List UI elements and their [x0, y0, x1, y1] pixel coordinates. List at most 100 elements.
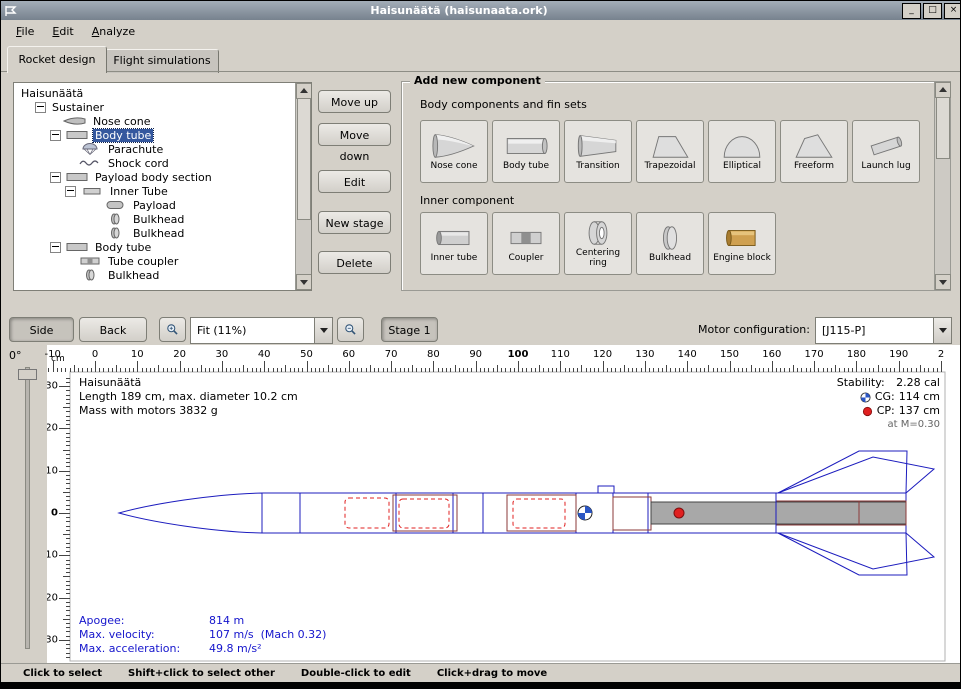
body-components-label: Body components and fin sets — [420, 98, 587, 111]
menu-edit[interactable]: Edit — [43, 22, 82, 41]
nose-cone-icon — [431, 131, 477, 161]
group-title: Add new component — [410, 74, 545, 87]
menu-analyze[interactable]: Analyze — [83, 22, 144, 41]
minimize-button[interactable]: _ — [902, 3, 921, 19]
maximize-button[interactable]: □ — [923, 3, 942, 19]
centering-ring-icon — [575, 218, 621, 248]
component-button-nose-cone[interactable]: Nose cone — [420, 120, 488, 183]
component-tree[interactable]: Haisunäätä Sustainer Nose cone Body tube… — [13, 82, 312, 291]
collapse-toggle-icon[interactable] — [50, 242, 61, 253]
window-bottom-edge — [0, 682, 961, 689]
tree-item-tube-coupler[interactable]: Tube coupler — [14, 254, 311, 268]
bulkhead-icon — [647, 223, 693, 253]
tree-item-bulkhead-1[interactable]: Bulkhead — [14, 212, 311, 226]
tree-item-parachute[interactable]: Parachute — [14, 142, 311, 156]
inner-tube-icon — [80, 185, 104, 197]
body-tube-icon — [65, 171, 89, 183]
launch-lug-icon — [863, 131, 909, 161]
dropdown-arrow-icon[interactable] — [933, 318, 951, 343]
tree-item-bulkhead-2[interactable]: Bulkhead — [14, 226, 311, 240]
max-acceleration-value: 49.8 m/s² — [209, 642, 262, 656]
zoom-in-icon — [166, 321, 179, 338]
rocket-view-canvas[interactable]: 0° cm -100102030405060708090100110120130… — [1, 345, 960, 663]
tree-item-payload-body-section[interactable]: Payload body section — [14, 170, 311, 184]
parachute-icon — [78, 143, 102, 155]
component-button-transition[interactable]: Transition — [564, 120, 632, 183]
hint-double-click: Double-click to edit — [301, 668, 411, 679]
back-view-button[interactable]: Back view — [79, 317, 147, 342]
component-button-centering-ring[interactable]: Centering ring — [564, 212, 632, 275]
tree-item-sustainer[interactable]: Sustainer — [14, 100, 311, 114]
edit-button[interactable]: Edit — [318, 170, 391, 193]
mach-note: at M=0.30 — [837, 418, 940, 432]
scrollbar-thumb[interactable] — [936, 97, 950, 159]
tab-flight-simulations[interactable]: Flight simulations — [105, 49, 219, 73]
tree-item-nose-cone[interactable]: Nose cone — [14, 114, 311, 128]
move-up-button[interactable]: Move up — [318, 90, 391, 113]
tree-item-payload[interactable]: Payload — [14, 198, 311, 212]
bulkhead-icon — [103, 227, 127, 239]
menu-file[interactable]: File — [7, 22, 43, 41]
scrollbar-thumb[interactable] — [297, 98, 311, 220]
tree-scrollbar[interactable] — [295, 83, 311, 290]
component-button-bulkhead[interactable]: Bulkhead — [636, 212, 704, 275]
zoom-out-icon — [344, 321, 357, 338]
cg-marker — [578, 506, 592, 520]
apogee-value: 814 m — [209, 614, 244, 628]
collapse-toggle-icon[interactable] — [65, 186, 76, 197]
apogee-label: Apogee: — [79, 614, 209, 628]
stage-1-toggle[interactable]: Stage 1 — [381, 317, 438, 342]
collapse-toggle-icon[interactable] — [35, 102, 46, 113]
cp-legend-icon — [862, 406, 873, 417]
hint-click-to-select: Click to select — [23, 668, 102, 679]
tree-item-body-tube[interactable]: Body tube — [14, 128, 311, 142]
motor-configuration-label: Motor configuration: — [655, 323, 810, 336]
close-button[interactable]: × — [944, 3, 961, 19]
add-component-group: Add new component Body components and fi… — [401, 81, 951, 291]
delete-button[interactable]: Delete — [318, 251, 391, 274]
flight-stats-block: Apogee:814 m Max. velocity:107 m/s (Mach… — [79, 614, 326, 656]
tree-item-rocket[interactable]: Haisunäätä — [14, 86, 311, 100]
component-panel-scrollbar[interactable] — [934, 82, 950, 290]
component-button-coupler[interactable]: Coupler — [492, 212, 560, 275]
zoom-in-button[interactable] — [159, 317, 186, 342]
motor-configuration-select[interactable]: [J115-P] — [815, 317, 952, 344]
zoom-out-button[interactable] — [337, 317, 364, 342]
inner-component-label: Inner component — [420, 194, 514, 207]
scroll-down-icon[interactable] — [296, 274, 312, 290]
shock-cord-icon — [78, 157, 102, 169]
tree-item-bulkhead-3[interactable]: Bulkhead — [14, 268, 311, 282]
zoom-level-value: Fit (11%) — [191, 324, 314, 337]
component-button-trapezoidal[interactable]: Trapezoidal — [636, 120, 704, 183]
menu-bar: File Edit Analyze — [1, 20, 961, 42]
component-button-body-tube[interactable]: Body tube — [492, 120, 560, 183]
max-velocity-label: Max. velocity: — [79, 628, 209, 642]
collapse-toggle-icon[interactable] — [50, 172, 61, 183]
horizontal-ruler: -100102030405060708090100110120130140150… — [1, 347, 950, 372]
component-button-engine-block[interactable]: Engine block — [708, 212, 776, 275]
move-down-button[interactable]: Move down — [318, 123, 391, 146]
tab-rocket-design[interactable]: Rocket design — [7, 46, 107, 73]
side-view-button[interactable]: Side view — [9, 317, 74, 342]
dropdown-arrow-icon[interactable] — [314, 318, 332, 343]
rotation-slider-panel — [1, 345, 47, 663]
new-stage-button[interactable]: New stage — [318, 211, 391, 234]
tree-item-shock-cord[interactable]: Shock cord — [14, 156, 311, 170]
component-button-inner-tube[interactable]: Inner tube — [420, 212, 488, 275]
collapse-toggle-icon[interactable] — [50, 130, 61, 141]
scroll-up-icon[interactable] — [935, 82, 951, 98]
component-button-freeform[interactable]: Freeform — [780, 120, 848, 183]
tree-item-inner-tube[interactable]: Inner Tube — [14, 184, 311, 198]
zoom-level-select[interactable]: Fit (11%) — [190, 317, 333, 344]
rotation-slider[interactable] — [25, 367, 30, 649]
title-bar[interactable]: Haisunäätä (haisunaata.ork) _ □ × — [1, 1, 961, 20]
vertical-ruler: -30-20-100102030 — [47, 372, 70, 661]
component-button-elliptical[interactable]: Elliptical — [708, 120, 776, 183]
tree-item-body-tube-2[interactable]: Body tube — [14, 240, 311, 254]
scroll-up-icon[interactable] — [296, 83, 312, 99]
scroll-down-icon[interactable] — [935, 274, 951, 290]
component-button-launch-lug[interactable]: Launch lug — [852, 120, 920, 183]
inner-component-buttons: Inner tube Coupler Centering ring Bulkhe… — [420, 212, 776, 275]
cp-value: 137 cm — [899, 404, 940, 418]
inner-tube-icon — [431, 223, 477, 253]
